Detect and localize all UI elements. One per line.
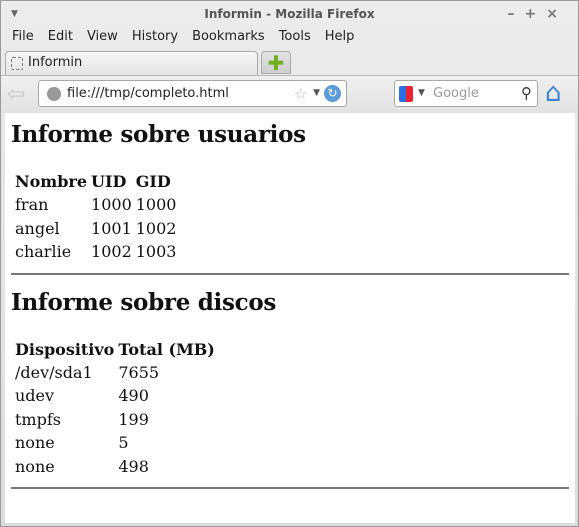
tab-label: Informin [28,55,83,70]
page-favicon-icon [11,57,23,70]
back-button[interactable]: ⇦ [7,82,25,107]
browser-window: ▼ Informin - Mozilla Firefox –+× File Ed… [0,0,579,527]
reload-icon[interactable]: ↻ [324,85,341,102]
navigation-toolbar: ⇦ file:///tmp/completo.html ☆ ▼ ↻ ▼ Goog… [1,75,578,113]
menu-history[interactable]: History [125,26,185,48]
divider [11,272,569,275]
new-tab-button[interactable]: ✚ [261,51,291,74]
globe-icon [47,87,61,101]
menu-help[interactable]: Help [318,26,362,48]
table-header-row: Dispositivo Total (MB) [14,339,216,360]
url-bar[interactable]: file:///tmp/completo.html ☆ ▼ ↻ [38,80,347,107]
users-heading: Informe sobre usuarios [11,121,306,148]
disks-heading: Informe sobre discos [11,288,277,316]
window-menu-icon[interactable]: ▼ [11,1,18,27]
menu-edit[interactable]: Edit [41,26,80,48]
table-cell: none [15,456,55,476]
menu-view[interactable]: View [80,26,125,48]
search-engine-dropdown-icon[interactable]: ▼ [418,81,425,106]
bookmark-star-icon[interactable]: ☆ [294,81,308,106]
menu-bar: File Edit View History Bookmarks Tools H… [1,26,578,48]
menu-tools[interactable]: Tools [272,26,318,48]
table-row: tmpfs 199 [14,409,216,431]
url-dropdown-icon[interactable]: ▼ [313,81,320,106]
divider [11,487,569,489]
table-cell: charlie [15,242,72,262]
column-header: Dispositivo [15,339,115,359]
column-header: UID [91,172,127,191]
column-header: Total (MB) [118,339,215,359]
table-cell: 1002 [91,242,132,262]
menu-bookmarks[interactable]: Bookmarks [185,26,272,48]
table-cell: 5 [118,433,129,453]
table-cell: 1002 [135,218,177,238]
search-input[interactable]: ▼ Google ⚲ [394,80,538,107]
page-content: Informe sobre usuarios Nombre UID GID fran… [5,113,575,523]
home-icon[interactable]: ⌂ [545,79,573,107]
table-cell: 498 [118,456,149,476]
column-header: GID [135,172,171,191]
table-cell: 490 [118,386,149,406]
table-row: charlie 1002 1003 [14,241,177,263]
column-header: Nombre [15,172,88,191]
table-cell: tmpfs [15,409,61,429]
table-cell: 1003 [135,242,177,262]
url-text: file:///tmp/completo.html [67,86,229,101]
table-cell: angel [15,218,60,238]
table-cell: /dev/sda1 [15,362,93,382]
table-row: /dev/sda1 7655 [14,362,216,384]
table-cell: fran [15,195,49,215]
window-title: Informin - Mozilla Firefox [204,7,375,21]
table-cell: udev [15,386,55,406]
table-cell: 1000 [135,195,177,215]
search-placeholder: Google [433,86,479,101]
table-row: angel 1001 1002 [14,218,177,240]
minimize-icon[interactable]: – [508,6,525,22]
close-icon[interactable]: × [546,6,568,22]
table-row: none 5 [14,432,216,454]
table-cell: 1001 [91,218,132,238]
menu-file[interactable]: File [5,26,41,48]
table-row: fran 1000 1000 [14,194,177,216]
tab-strip: Informin ✚ [1,48,578,75]
table-cell: none [15,433,55,453]
search-icon[interactable]: ⚲ [521,81,532,106]
title-bar: ▼ Informin - Mozilla Firefox –+× [1,1,578,26]
maximize-icon[interactable]: + [525,6,547,22]
table-header-row: Nombre UID GID [14,171,177,192]
google-logo-icon[interactable] [399,86,413,102]
table-cell: 199 [118,409,149,429]
table-row: none 498 [14,456,216,478]
table-cell: 1000 [91,195,132,215]
table-row: udev 490 [14,385,216,407]
disks-table: Dispositivo Total (MB) /dev/sda1 7655 udev… [12,337,218,480]
plus-icon: ✚ [267,51,285,75]
tab-informin[interactable]: Informin [5,51,258,75]
table-cell: 7655 [118,362,160,382]
users-table: Nombre UID GID fran 1000 1000 angel 1001 1002 … [12,169,179,265]
